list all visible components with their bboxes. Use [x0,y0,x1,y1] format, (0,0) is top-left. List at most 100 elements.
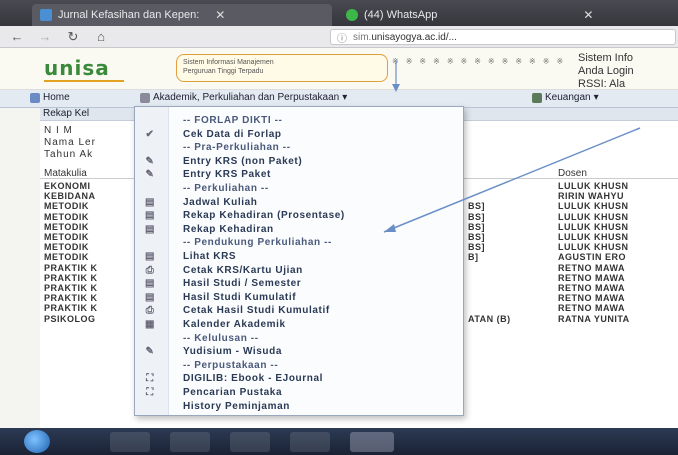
menu-item-label: -- FORLAP DIKTI -- [183,115,283,126]
dosen-cell: LULUK KHUSN [558,221,629,232]
kelas-cell: BS] [468,221,485,232]
dosen-cell: LULUK KHUSN [558,211,629,222]
app-header: unisa Sistem Informasi Manajemen Perguru… [0,48,678,90]
edit-icon: ✎ [145,155,155,167]
matakuliah-cell: PRAKTIK K [44,272,98,283]
document-icon: ▤ [144,291,156,303]
menu-item-label: Jadwal Kuliah [183,196,258,208]
home-icon[interactable]: ⌂ [90,28,112,46]
matakuliah-cell: PRAKTIK K [44,303,98,314]
menu-item-label: -- Perpustakaan -- [183,359,279,371]
print-icon: ⎙ [145,305,155,317]
check-icon: ✔ [145,128,155,140]
wallet-icon [532,92,542,103]
menu-item-label: Rekap Kehadiran (Prosentase) [183,210,345,222]
akademik-dropdown-menu: -- FORLAP DIKTI -- ✔ Cek Data di Forlap -- … [134,106,464,416]
matakuliah-cell: METODIK [44,221,89,232]
reload-icon[interactable]: ↻ [62,28,84,46]
home-icon [30,92,40,103]
dosen-cell: LULUK KHUSN [558,242,629,253]
windows-taskbar [0,428,678,455]
menu-item-label: Lihat KRS [183,251,237,262]
menu-akademik[interactable]: Akademik, Perkuliahan dan Perpustakaan ▾ [140,92,347,103]
matakuliah-cell: METODIK [44,211,89,222]
dosen-cell: RIRIN WAHYU [558,191,624,202]
menu-item[interactable]: History Peminjaman [135,399,463,414]
matakuliah-cell: PRAKTIK K [44,283,98,293]
close-icon[interactable]: ✕ [583,8,593,22]
edit-icon: ✎ [145,346,155,358]
calendar-icon: ▦ [144,319,156,330]
matakuliah-cell: PSIKOLOG [44,313,96,324]
dosen-cell: LULUK KHUSN [558,201,629,212]
taskbar-app-icon[interactable] [230,432,270,452]
tab-label: (44) WhatsApp [364,9,438,21]
tab-whatsapp[interactable]: (44) WhatsApp ✕ [338,4,638,26]
taskbar-app-icon[interactable] [170,432,210,452]
menu-item-label: DIGILIB: Ebook - EJournal [183,373,324,385]
document-icon: ▤ [144,196,156,208]
document-icon: ▤ [144,223,156,235]
document-icon: ▤ [144,278,156,290]
chevron-down-icon: ▾ [342,92,348,103]
page-favicon-icon [40,9,52,21]
dosen-cell: LULUK KHUSN [558,232,629,242]
browser-tab-bar: Jurnal Kefasihan dan Kepen: ✕ (44) Whats… [0,0,678,26]
menu-item-label: Entry KRS (non Paket) [183,155,303,167]
whatsapp-icon [346,9,358,21]
matakuliah-cell: METODIK [44,201,89,212]
dosen-cell: RETNO MAWA [558,283,625,293]
matakuliah-cell: EKONOMI [44,181,91,191]
dosen-cell: RETNO MAWA [558,293,625,304]
menu-item-label: -- Perkuliahan -- [183,183,269,194]
edit-icon: ✎ [145,169,155,181]
dosen-cell: LULUK KHUSN [558,181,629,191]
menu-item-label: -- Kelulusan -- [183,332,259,344]
document-icon: ▤ [144,251,156,262]
kelas-cell: ATAN (B) [468,313,511,324]
menu-item-label: Yudisium - Wisuda [183,346,283,358]
kelas-cell: BS] [468,211,485,222]
menu-item-label: -- Pendukung Perkuliahan -- [183,237,332,249]
menu-item-label: Cetak Hasil Studi Kumulatif [183,305,330,317]
menu-item-label: Kalender Akademik [183,319,286,330]
matakuliah-cell: METODIK [44,232,89,242]
menu-item-label: Hasil Studi Kumulatif [183,291,297,303]
col-dosen: Dosen [558,168,587,179]
print-icon: ⎙ [145,264,155,276]
menu-item-label: Rekap Kehadiran [183,223,274,235]
menu-item-label: History Peminjaman [183,400,290,412]
system-name-box: Sistem Informasi Manajemen Perguruan Tin… [176,54,388,82]
taskbar-browser-icon[interactable] [350,432,394,452]
menu-item-label: Entry KRS Paket [183,169,271,181]
forward-arrow-icon[interactable]: → [34,28,56,46]
col-matakuliah: Matakulia [44,168,87,179]
menu-item-label: -- Pra-Perkuliahan -- [183,142,291,154]
document-icon: ▤ [144,210,156,222]
tab-jurnal[interactable]: Jurnal Kefasihan dan Kepen: ✕ [32,4,332,26]
binoculars-icon: ⛶ [146,373,154,385]
info-icon: ⓘ [337,33,347,45]
book-icon [140,92,150,103]
user-info: Sistem Info Anda Login RSSI: Ala [578,52,634,90]
kelas-cell: BS] [468,232,485,242]
menu-item-label: Cetak KRS/Kartu Ujian [183,264,303,276]
close-icon[interactable]: ✕ [215,8,225,22]
menu-item-label: Cek Data di Forlap [183,128,282,140]
url-bar[interactable]: ⓘ sim.unisayogya.ac.id/... [330,29,676,45]
matakuliah-cell: PRAKTIK K [44,262,98,273]
menu-keuangan[interactable]: Keuangan ▾ [532,92,599,103]
header-pattern: ※※※※※※※※※※※※※※※※※※※※※※※※※※ [392,57,570,66]
menu-home[interactable]: Home [30,92,70,103]
info-label-nim: N I M [44,125,73,136]
url-text: sim.unisayogya.ac.id/... [353,31,457,43]
start-button-icon[interactable] [24,430,50,453]
taskbar-app-icon[interactable] [290,432,330,452]
kelas-cell: BS] [468,201,485,212]
menu-item-label: Pencarian Pustaka [183,387,283,398]
kelas-cell: B] [468,252,479,263]
dosen-cell: RATNA YUNITA [558,313,630,324]
taskbar-app-icon[interactable] [110,432,150,452]
back-arrow-icon[interactable]: ← [6,28,28,46]
matakuliah-cell: METODIK [44,252,89,263]
